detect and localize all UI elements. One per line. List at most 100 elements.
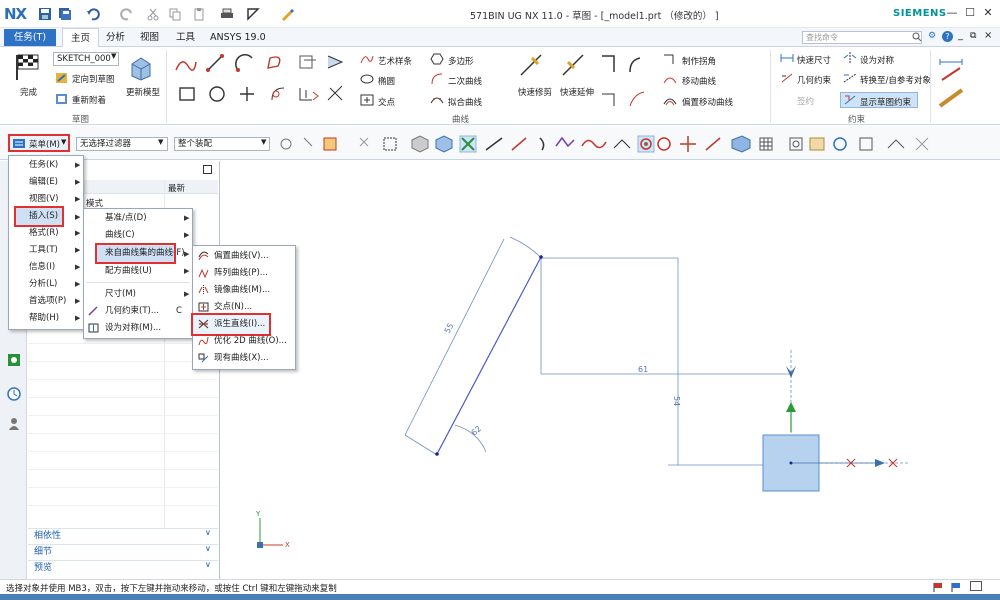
quick-trim-label[interactable]: 快速修剪 xyxy=(518,86,552,98)
dimension-horizontal-text[interactable]: 61 xyxy=(638,365,648,374)
offset-move-icon[interactable] xyxy=(663,94,677,106)
close-doc-icon[interactable]: × xyxy=(984,30,992,41)
chevron-down-icon[interactable]: ∨ xyxy=(205,544,211,553)
restore-icon[interactable]: ⧉ xyxy=(970,31,976,41)
make-corner-label[interactable]: 制作拐角 xyxy=(682,55,716,67)
studio-spline-label[interactable]: 艺术样条 xyxy=(378,55,412,67)
chevron-down-icon[interactable]: ∨ xyxy=(205,560,211,569)
fit-curve-label[interactable]: 拟合曲线 xyxy=(448,96,482,108)
tab-tools[interactable]: 工具 xyxy=(168,28,203,47)
conic-label[interactable]: 二次曲线 xyxy=(448,75,482,87)
submenu-item-geo-constraint[interactable]: 几何约束(T)... C xyxy=(84,303,192,320)
reattach-label[interactable]: 重新附着 xyxy=(72,94,106,106)
undo-icon[interactable] xyxy=(86,7,100,21)
pencil-icon[interactable] xyxy=(280,7,294,21)
history-icon[interactable] xyxy=(6,386,22,402)
flag-icon[interactable] xyxy=(932,582,944,592)
rapid-dimension-icon[interactable] xyxy=(780,52,794,64)
curve-tool-icons[interactable] xyxy=(172,52,352,112)
submenu-item-pattern-curve[interactable]: 阵列曲线(P)... xyxy=(193,265,295,282)
cut-icon[interactable] xyxy=(146,7,160,21)
roles-icon[interactable] xyxy=(6,416,22,432)
column-header-latest[interactable]: 最新 xyxy=(168,182,185,194)
menu-item-analysis[interactable]: 分析(L) ▶ xyxy=(9,276,83,293)
menu-item-insert[interactable]: 插入(S) xyxy=(14,206,64,227)
move-curve-icon[interactable] xyxy=(663,73,677,85)
point-label[interactable]: 交点 xyxy=(378,96,395,108)
corner-tools-icons[interactable] xyxy=(600,54,656,108)
submenu-item-recipe-curve[interactable]: 配方曲线(U) ▶ xyxy=(84,263,192,280)
make-corner-icon[interactable] xyxy=(663,53,677,65)
design-constraint-label[interactable]: 签约 xyxy=(797,95,814,107)
chevron-down-icon[interactable]: ∨ xyxy=(205,528,211,537)
save-icon[interactable] xyxy=(38,7,52,21)
accordion-dependencies[interactable]: 相依性 xyxy=(28,528,218,543)
selection-filter-select[interactable]: 无选择过滤器 xyxy=(76,137,168,151)
submenu-item-existing-curve[interactable]: 现有曲线(X)... xyxy=(193,350,295,367)
sketch-tool-icon[interactable] xyxy=(246,7,260,21)
submenu-item-intersection-point[interactable]: 交点(N)... xyxy=(193,299,295,316)
maximize-button[interactable]: ☐ xyxy=(963,6,977,20)
print-icon[interactable] xyxy=(220,7,234,21)
menu-item-task[interactable]: 任务(K) ▶ xyxy=(9,157,83,174)
submenu-item-dimension[interactable]: 尺寸(M) ▶ xyxy=(84,286,192,303)
part-navigator-icon[interactable] xyxy=(6,352,22,368)
studio-spline-icon[interactable] xyxy=(360,53,374,65)
update-model-icon[interactable] xyxy=(126,52,156,82)
reattach-icon[interactable] xyxy=(55,93,68,105)
settings-icon[interactable]: ⚙ xyxy=(928,31,936,41)
submenu-item-derived-line[interactable]: 派生直线(I)... xyxy=(193,316,295,333)
ribbon-min-icon[interactable]: _ xyxy=(958,30,963,41)
menu-item-info[interactable]: 信息(I) ▶ xyxy=(9,259,83,276)
finish-flag-icon[interactable] xyxy=(12,52,42,82)
submenu-item-curve[interactable]: 曲线(C) ▶ xyxy=(84,227,192,244)
quick-extend-icon[interactable] xyxy=(560,52,586,78)
ellipse-label[interactable]: 椭圆 xyxy=(378,75,395,87)
polygon-label[interactable]: 多边形 xyxy=(448,55,474,67)
redo-icon[interactable] xyxy=(120,7,134,21)
dimension-vertical-text[interactable]: 54 xyxy=(672,396,681,406)
fit-curve-icon[interactable] xyxy=(430,94,444,106)
submenu-item-optimize-2d[interactable]: 优化 2D 曲线(O)... xyxy=(193,333,295,350)
quick-trim-icon[interactable] xyxy=(518,52,544,78)
dimension-length-text[interactable]: 55 xyxy=(443,322,456,335)
scale-tool-icon[interactable] xyxy=(938,86,964,108)
copy-icon[interactable] xyxy=(168,7,182,21)
point-icon[interactable] xyxy=(360,94,374,106)
dimension-angle-text[interactable]: 62 xyxy=(470,424,484,437)
move-curve-label[interactable]: 移动曲线 xyxy=(682,75,716,87)
submenu-item-make-symmetric[interactable]: 设为对称(M)... xyxy=(84,320,192,337)
quick-extend-label[interactable]: 快速延伸 xyxy=(560,86,594,98)
tab-ansys[interactable]: ANSYS 19.0 xyxy=(202,28,274,47)
submenu-item-curve-from-curves[interactable]: 来自曲线集的曲线(F) xyxy=(95,243,185,264)
search-icon[interactable] xyxy=(912,32,922,42)
tab-analysis[interactable]: 分析 xyxy=(98,28,133,47)
snap-tool-icons[interactable] xyxy=(276,134,996,154)
ellipse-icon[interactable] xyxy=(360,73,374,85)
sketch-name-select[interactable]: SKETCH_000 xyxy=(53,52,119,66)
convert-reference-label[interactable]: 转换至/自参考对象 xyxy=(860,74,931,86)
accordion-details[interactable]: 细节 xyxy=(28,544,218,559)
submenu-item-offset-curve[interactable]: 偏置曲线(V)... xyxy=(193,248,295,265)
tab-view[interactable]: 视图 xyxy=(132,28,167,47)
minimize-button[interactable]: — xyxy=(945,6,959,20)
make-symmetric-icon[interactable] xyxy=(843,52,857,64)
chevron-down-icon[interactable]: ▼ xyxy=(158,138,163,146)
orient-to-sketch-label[interactable]: 定向到草图 xyxy=(72,73,115,85)
status-flag-icon[interactable] xyxy=(950,582,962,592)
convert-reference-icon[interactable] xyxy=(843,72,857,84)
conic-icon[interactable] xyxy=(430,73,444,85)
menu-item-view[interactable]: 视图(V) ▶ xyxy=(9,191,83,208)
submenu-item-mirror-curve[interactable]: 镜像曲线(M)... xyxy=(193,282,295,299)
help-icon[interactable]: ? xyxy=(942,31,953,42)
panel-maximize-icon[interactable] xyxy=(203,165,212,174)
paste-icon[interactable] xyxy=(192,7,206,21)
graphics-canvas[interactable]: 55 61 54 62 Y X xyxy=(221,161,1000,579)
orient-view-icon[interactable] xyxy=(55,72,68,84)
dimension-tools-icon[interactable] xyxy=(938,58,964,82)
menu-item-preferences[interactable]: 首选项(P) ▶ xyxy=(9,293,83,310)
assembly-scope-select[interactable]: 整个装配 xyxy=(174,137,270,151)
close-button[interactable]: ✕ xyxy=(981,6,995,20)
geometric-constraint-label[interactable]: 几何约束 xyxy=(797,74,831,86)
command-search-input[interactable]: 查找命令 xyxy=(802,31,922,44)
